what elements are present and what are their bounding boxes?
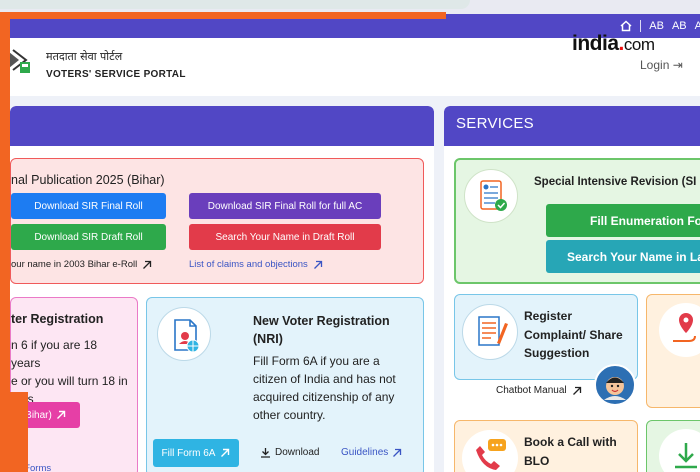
services-header: SERVICES [444,106,700,146]
left-panel-header [10,106,434,146]
voter-mitra-chatbot-icon[interactable] [594,364,636,406]
final-publication-title: nal Publication 2025 (Bihar) [11,173,165,187]
india-com-watermark: india.com [572,32,655,55]
fill-enumeration-form-button[interactable]: Fill Enumeration For [546,204,700,237]
nri-registration-card: New Voter Registration (NRI) Fill Form 6… [146,297,424,472]
download-link[interactable]: Download [260,447,319,458]
sir-title: Special Intensive Revision (SI [534,176,697,188]
portal-hindi-title: मतदाता सेवा पोर्टल [46,50,123,63]
complaint-form-icon [462,304,518,360]
external-arrow-icon [313,260,322,269]
external-arrow-icon [221,448,230,457]
voter-registration-card: ter Registration n 6 if you are 18 years… [10,297,138,472]
sir-form-icon [464,169,518,223]
home-icon[interactable] [620,20,632,32]
voter-registration-title: ter Registration [11,312,104,326]
fill-form-6a-button[interactable]: Fill Form 6A [153,439,239,467]
search-name-latest-button[interactable]: Search Your Name in La [546,240,700,273]
font-size-medium[interactable]: AB [672,20,687,32]
book-call-blo-card[interactable]: Book a Call with BLO [454,420,638,472]
download-sir-draft-roll-button[interactable]: Download SIR Draft Roll [11,224,166,250]
chatbot-manual-link[interactable]: Chatbot Manual [496,385,582,396]
orange-frame-left [0,12,10,472]
external-arrow-icon [572,386,581,395]
search-2003-eroll-link[interactable]: our name in 2003 Bihar e-Roll [11,259,152,270]
download-sir-final-roll-full-ac-button[interactable]: Download SIR Final Roll for full AC [189,193,381,219]
font-size-large[interactable]: AB [649,20,664,32]
location-route-icon [659,303,700,357]
services-title: SERVICES [456,115,534,132]
orange-frame-corner [10,392,28,472]
download-icon [261,448,270,458]
sir-card: Special Intensive Revision (SI Fill Enum… [454,158,700,284]
location-service-card[interactable] [646,294,700,408]
claims-objections-link[interactable]: List of claims and objections [189,259,323,270]
final-publication-card: nal Publication 2025 (Bihar) Download SI… [10,158,424,284]
nri-title: New Voter Registration (NRI) [253,314,390,346]
download-sir-final-roll-button[interactable]: Download SIR Final Roll [11,193,166,219]
phone-chat-icon [462,430,518,472]
external-arrow-icon [56,410,66,419]
orange-frame-top [0,12,446,19]
font-size-small[interactable]: A [695,20,700,32]
book-call-blo-title: Book a Call with BLO [524,435,617,468]
login-link[interactable]: Login ⇥ [640,58,683,72]
external-arrow-icon [393,448,402,457]
register-complaint-title: Register Complaint/ Share Suggestion [524,309,623,360]
login-icon: ⇥ [672,58,683,72]
voter-registration-text: n 6 if you are 18 years e or you will tu… [11,338,128,406]
guidelines-link[interactable]: Guidelines [341,447,402,458]
nri-description: Fill Form 6A if you are a citizen of Ind… [253,354,396,422]
search-name-draft-roll-button[interactable]: Search Your Name in Draft Roll [189,224,381,250]
external-arrow-icon [143,260,152,269]
nri-form-icon [157,307,211,361]
download-icon [659,429,700,472]
portal-english-title: VOTERS' SERVICE PORTAL [46,69,186,80]
download-service-card[interactable] [646,420,700,472]
